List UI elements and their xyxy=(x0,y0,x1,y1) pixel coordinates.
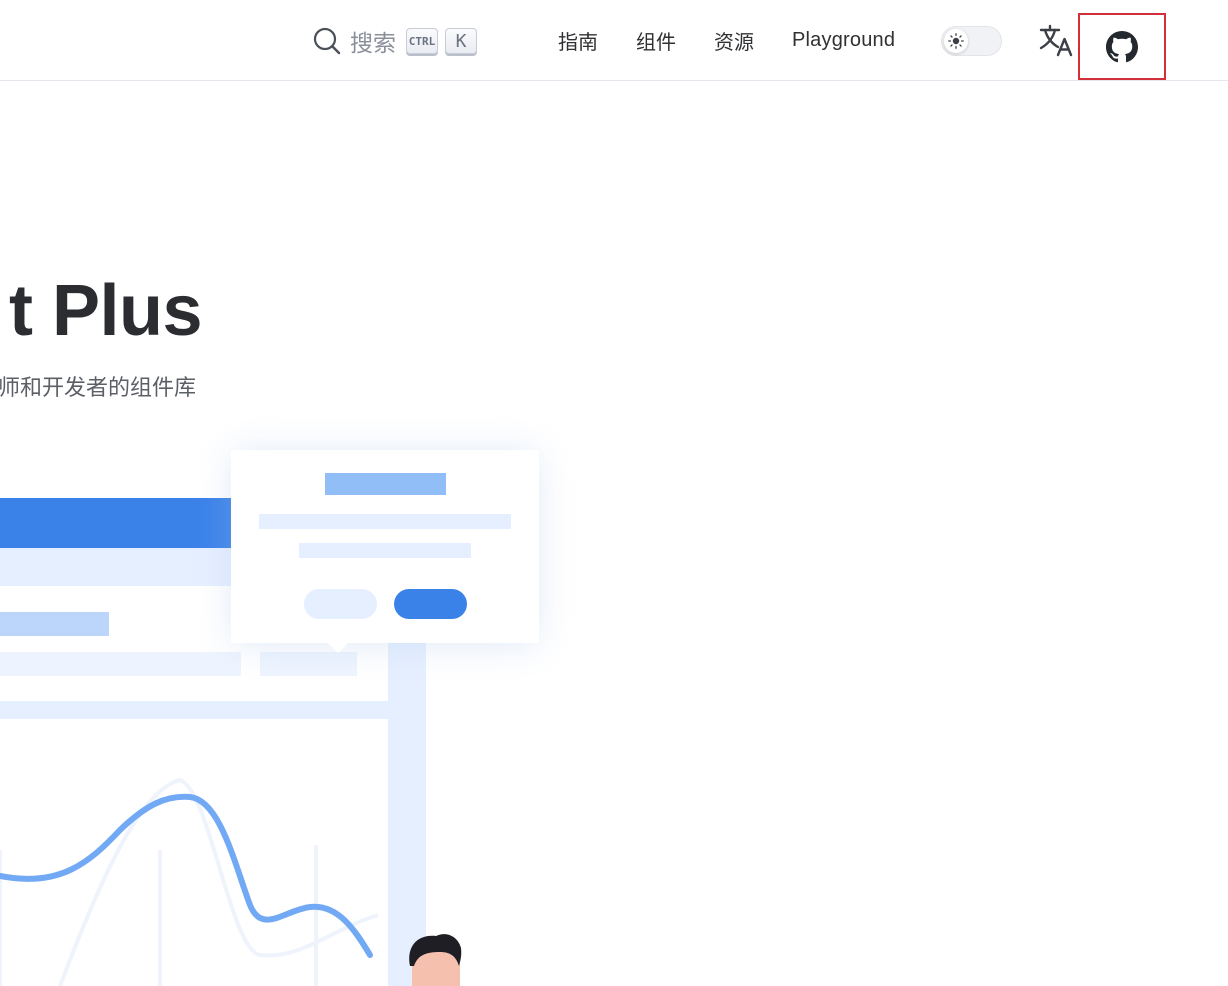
person-figure-graphic xyxy=(409,934,462,986)
nav-link-resource[interactable]: 资源 xyxy=(714,24,754,56)
nav-link-component[interactable]: 组件 xyxy=(636,24,676,56)
page: 搜索 CTRL K 指南 组件 资源 Playground t Plus 师和开… xyxy=(0,0,1228,986)
github-icon xyxy=(1106,30,1138,62)
nav-link-playground[interactable]: Playground xyxy=(792,24,895,56)
github-link-button[interactable] xyxy=(1078,13,1166,80)
hero-subtitle: 师和开发者的组件库 xyxy=(0,376,196,401)
search-button[interactable]: 搜索 CTRL K xyxy=(312,22,477,60)
shortcut-k-key: K xyxy=(445,28,477,54)
language-switch-button[interactable] xyxy=(1038,22,1074,58)
toggle-knob xyxy=(944,29,968,53)
sun-icon xyxy=(948,33,964,49)
hero-title: t Plus xyxy=(8,271,203,352)
search-icon xyxy=(313,27,341,55)
theme-toggle-switch[interactable] xyxy=(941,26,1002,56)
top-navbar: 搜索 CTRL K 指南 组件 资源 Playground xyxy=(0,0,1228,81)
shortcut-ctrl-key: CTRL xyxy=(406,28,438,54)
dialog-card-graphic xyxy=(231,450,539,653)
search-label: 搜索 xyxy=(350,31,396,57)
hero-illustration xyxy=(0,450,539,986)
nav-link-guide[interactable]: 指南 xyxy=(558,24,598,56)
translate-icon xyxy=(1039,24,1073,57)
